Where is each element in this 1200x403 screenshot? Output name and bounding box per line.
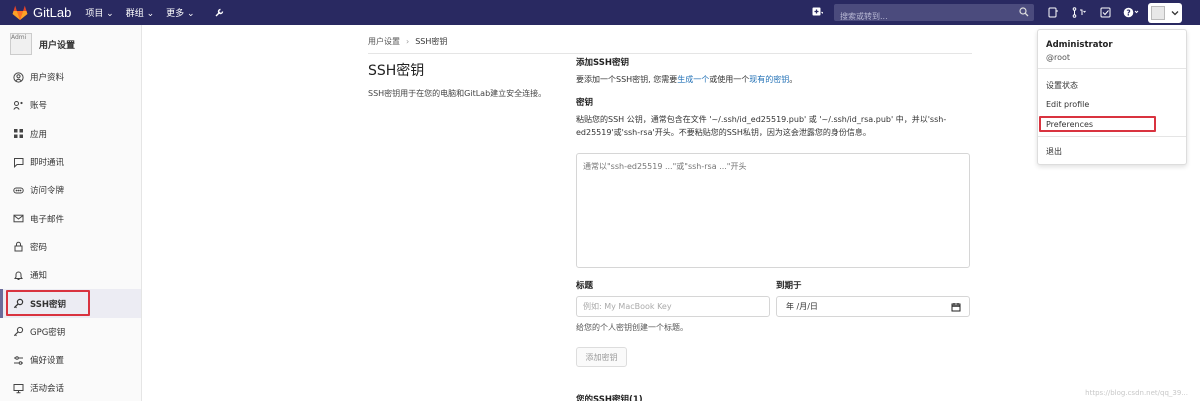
account-icon: [13, 100, 24, 111]
help-icon[interactable]: ?: [1118, 0, 1144, 25]
page-description: SSH密钥用于在您的电脑和GitLab建立安全连接。: [368, 87, 558, 100]
chat-icon: [13, 157, 24, 168]
sign-out-item[interactable]: 退出: [1046, 146, 1062, 157]
ssh-highlight-box: [6, 290, 90, 316]
date-value: 年 /月/日: [786, 301, 818, 312]
title-input[interactable]: [576, 296, 770, 317]
new-plus-icon[interactable]: [804, 0, 830, 25]
avatar: [1151, 6, 1165, 20]
intro-text-mid: 或使用一个: [709, 75, 749, 84]
key-help-text: 粘贴您的SSH 公钥，通常包含在文件 '~/.ssh/id_ed25519.pu…: [576, 113, 972, 139]
sidebar-item-label: 偏好设置: [30, 354, 64, 366]
sidebar-item-label: 电子邮件: [30, 213, 64, 225]
search-input[interactable]: [834, 8, 1034, 25]
monitor-icon: [13, 383, 24, 394]
gpg-key-icon: [13, 326, 24, 337]
nav-projects[interactable]: 项目 ⌄: [85, 6, 113, 19]
your-keys-heading: 您的SSH密钥(1): [576, 392, 643, 401]
expires-label: 到期于: [776, 279, 802, 291]
sidebar-item-label: 用户资料: [30, 71, 64, 83]
mail-icon: [13, 213, 24, 224]
preferences-icon: [13, 355, 24, 366]
chevron-down-icon: [1171, 10, 1179, 16]
sidebar-item-monitor[interactable]: 活动会话: [0, 374, 141, 402]
key-textarea[interactable]: [576, 153, 970, 268]
sidebar-item-label: 账号: [30, 99, 47, 111]
sidebar-item-gpg-key[interactable]: GPG密钥: [0, 318, 141, 346]
sidebar-item-applications[interactable]: 应用: [0, 120, 141, 148]
sidebar-item-label: 访问令牌: [30, 184, 64, 196]
sidebar-item-mail[interactable]: 电子邮件: [0, 204, 141, 232]
watermark: https://blog.csdn.net/qq_39...: [1085, 389, 1188, 397]
breadcrumb: 用户设置 › SSH密钥: [368, 30, 972, 54]
calendar-icon[interactable]: [951, 302, 961, 312]
profile-icon: [13, 72, 24, 83]
nav-groups[interactable]: 群组 ⌄: [126, 6, 154, 19]
sidebar-item-label: GPG密钥: [30, 326, 65, 338]
search-box[interactable]: [834, 4, 1034, 21]
lock-icon: [13, 241, 24, 252]
title-label: 标题: [576, 279, 593, 291]
sidebar-item-lock[interactable]: 密码: [0, 233, 141, 261]
admin-wrench-icon[interactable]: [207, 0, 233, 25]
sidebar-item-label: 密码: [30, 241, 47, 253]
sidebar-item-label: 即时通讯: [30, 156, 64, 168]
sidebar-item-token[interactable]: 访问令牌: [0, 176, 141, 204]
title-hint: 给您的个人密钥创建一个标题。: [576, 322, 688, 333]
sidebar-item-chat[interactable]: 即时通讯: [0, 148, 141, 176]
intro-text-end: 。: [789, 75, 797, 84]
add-key-form: 添加SSH密钥 要添加一个SSH密钥, 您需要生成一个或使用一个现有的密钥。 密…: [576, 56, 972, 139]
issues-icon[interactable]: [1040, 0, 1066, 25]
existing-key-link[interactable]: 现有的密钥: [749, 75, 789, 84]
merge-requests-icon[interactable]: [1066, 0, 1092, 25]
breadcrumb-parent[interactable]: 用户设置: [368, 36, 400, 47]
user-dropdown-menu: Administrator @root 设置状态 Edit profile Pr…: [1037, 29, 1187, 165]
applications-icon: [13, 128, 24, 139]
key-label: 密钥: [576, 96, 972, 108]
user-menu-toggle[interactable]: [1148, 3, 1182, 23]
svg-text:?: ?: [1126, 8, 1130, 17]
search-icon: [1019, 7, 1029, 17]
breadcrumb-separator: ›: [406, 37, 409, 46]
edit-profile-item[interactable]: Edit profile: [1046, 100, 1089, 109]
bell-icon: [13, 270, 24, 281]
dropdown-divider: [1038, 68, 1186, 69]
sidebar-item-bell[interactable]: 通知: [0, 261, 141, 289]
sidebar-item-label: 应用: [30, 128, 47, 140]
set-status-item[interactable]: 设置状态: [1046, 80, 1078, 91]
page-title: SSH密钥: [368, 60, 558, 80]
add-key-button[interactable]: 添加密钥: [576, 347, 627, 367]
sidebar-item-label: 活动会话: [30, 382, 64, 394]
brand-name: GitLab: [33, 5, 71, 20]
add-key-heading: 添加SSH密钥: [576, 56, 972, 68]
dropdown-user-handle: @root: [1046, 53, 1070, 62]
sidebar-title: 用户设置: [39, 38, 75, 51]
tanuki-icon: [12, 5, 28, 20]
sidebar-item-profile[interactable]: 用户资料: [0, 63, 141, 91]
generate-key-link[interactable]: 生成一个: [677, 75, 709, 84]
sidebar-header: Admi 用户设置: [0, 25, 141, 63]
dropdown-divider: [1038, 136, 1186, 137]
preferences-highlight-box: [1039, 116, 1156, 132]
sidebar-item-label: 通知: [30, 269, 47, 281]
settings-sidebar: Admi 用户设置 用户资料账号应用即时通讯访问令牌电子邮件密码通知SSH密钥G…: [0, 25, 142, 401]
intro-text: 要添加一个SSH密钥, 您需要: [576, 75, 677, 84]
add-key-intro: 要添加一个SSH密钥, 您需要生成一个或使用一个现有的密钥。: [576, 73, 972, 86]
top-navbar: GitLab 项目 ⌄ 群组 ⌄ 更多 ⌄ ?: [0, 0, 1200, 25]
todos-icon[interactable]: [1092, 0, 1118, 25]
gitlab-logo[interactable]: GitLab: [12, 5, 85, 20]
breadcrumb-current[interactable]: SSH密钥: [415, 36, 447, 47]
sidebar-avatar: Admi: [10, 33, 32, 55]
dropdown-user-name: Administrator: [1046, 40, 1113, 50]
sidebar-item-preferences[interactable]: 偏好设置: [0, 346, 141, 374]
expires-date-input[interactable]: 年 /月/日: [776, 296, 970, 317]
token-icon: [13, 185, 24, 196]
sidebar-item-account[interactable]: 账号: [0, 91, 141, 119]
section-intro: SSH密钥 SSH密钥用于在您的电脑和GitLab建立安全连接。: [368, 60, 558, 100]
nav-more[interactable]: 更多 ⌄: [166, 6, 194, 19]
